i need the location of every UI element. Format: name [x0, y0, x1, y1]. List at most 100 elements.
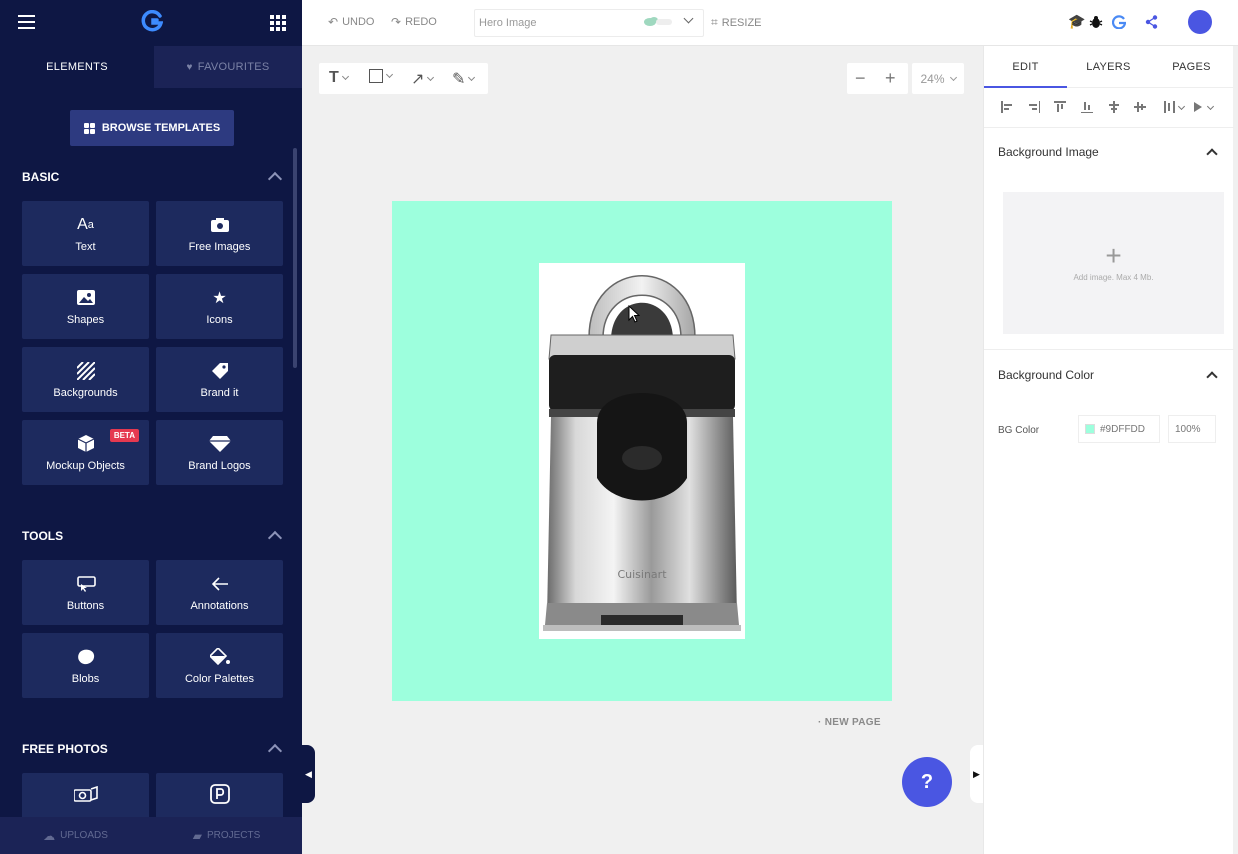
left-sidebar: ELEMENTS ♥ FAVOURITES BROWSE TEMPLATES BA… — [0, 0, 302, 854]
align-top-icon[interactable] — [1054, 101, 1066, 113]
arrow-tool-button[interactable]: ↗ — [411, 69, 435, 89]
new-page-label: NEW PAGE — [824, 717, 881, 728]
sidebar-scrollbar[interactable] — [293, 148, 297, 368]
top-toolbar: ↶ UNDO ↷ REDO Hero Image ⌗ RESIZE 🎓 — [302, 0, 1238, 46]
projects-button[interactable]: ▰ PROJECTS — [151, 817, 302, 854]
tab-favourites[interactable]: ♥ FAVOURITES — [154, 46, 302, 88]
align-right-icon[interactable] — [1028, 101, 1040, 113]
insert-toolbar: T ↗ ✎ — [319, 63, 488, 94]
draw-tool-button[interactable]: ✎ — [452, 69, 476, 89]
background-color-title: Background Color — [998, 368, 1095, 382]
distribute-dropdown[interactable] — [1164, 101, 1188, 113]
zoom-controls: − + — [847, 63, 908, 94]
bg-opacity-input[interactable]: 100% — [1168, 415, 1216, 443]
alignment-toolbar — [984, 88, 1234, 128]
cloud-upload-icon: ☁ — [43, 828, 56, 843]
projects-label: PROJECTS — [206, 830, 261, 841]
graduation-cap-icon[interactable]: 🎓 — [1068, 13, 1085, 30]
pencil-icon: ✎ — [452, 71, 466, 88]
arrow-left-icon — [211, 574, 228, 594]
crop-icon: ⌗ — [711, 15, 718, 29]
bug-icon[interactable] — [1089, 15, 1103, 29]
zoom-out-button[interactable]: − — [855, 68, 866, 89]
background-image-dropzone[interactable]: + Add image. Max 4 Mb. — [1003, 192, 1224, 334]
align-center-horizontal-icon[interactable] — [1108, 101, 1120, 113]
uploads-button[interactable]: ☁ UPLOADS — [0, 817, 151, 854]
tile-buttons[interactable]: Buttons — [22, 560, 149, 625]
hamburger-menu-icon[interactable] — [18, 15, 35, 29]
browse-templates-label: BROWSE TEMPLATES — [101, 122, 221, 134]
align-bottom-icon[interactable] — [1081, 101, 1093, 113]
resize-button[interactable]: ⌗ RESIZE — [711, 15, 762, 30]
apps-grid-icon[interactable] — [270, 15, 286, 31]
chevron-up-icon[interactable] — [1206, 148, 1218, 160]
flip-dropdown[interactable] — [1194, 101, 1218, 113]
paint-bucket-icon — [209, 647, 230, 667]
align-center-vertical-icon[interactable] — [1134, 101, 1146, 113]
app-logo-icon[interactable] — [141, 10, 163, 32]
sidebar-bottom-bar: ☁ UPLOADS ▰ PROJECTS — [0, 817, 302, 854]
shape-tool-button[interactable] — [369, 69, 394, 83]
tile-label: Blobs — [71, 672, 100, 685]
arrow-diagonal-icon: ↗ — [411, 71, 425, 88]
tile-label: Buttons — [66, 599, 105, 612]
tile-mockup-objects[interactable]: BETA Mockup Objects — [22, 420, 149, 485]
blob-icon — [77, 647, 95, 667]
text-tool-button[interactable]: T — [329, 69, 349, 87]
collapse-right-panel-handle[interactable]: ▶ — [970, 745, 983, 803]
zoom-level-value: 24% — [920, 71, 945, 86]
product-image[interactable]: Cuisinart — [539, 263, 745, 639]
tab-edit-label: EDIT — [1012, 60, 1039, 73]
image-icon — [76, 288, 95, 308]
text-icon: Aa — [77, 215, 94, 233]
user-avatar[interactable] — [1188, 10, 1212, 34]
zoom-in-button[interactable]: + — [885, 68, 896, 89]
tile-label: Annotations — [190, 599, 249, 612]
chevron-down-icon — [949, 73, 957, 81]
chevron-up-icon[interactable] — [267, 743, 283, 759]
resize-label: RESIZE — [721, 16, 762, 29]
help-button[interactable]: ? — [902, 757, 952, 807]
product-brand-text: Cuisinart — [617, 568, 667, 581]
browse-templates-button[interactable]: BROWSE TEMPLATES — [70, 110, 234, 146]
google-icon[interactable] — [1112, 15, 1126, 29]
chevron-up-icon[interactable] — [267, 530, 283, 546]
tile-text[interactable]: Aa Text — [22, 201, 149, 266]
section-title-basic: BASIC — [22, 170, 60, 184]
chevron-down-icon — [427, 73, 435, 82]
templates-icon — [83, 122, 95, 134]
tile-blobs[interactable]: Blobs — [22, 633, 149, 698]
tile-brand-it[interactable]: Brand it — [156, 347, 283, 412]
tile-shapes[interactable]: Shapes — [22, 274, 149, 339]
redo-icon: ↷ — [391, 15, 402, 29]
tab-layers[interactable]: LAYERS — [1067, 46, 1150, 87]
tile-icons[interactable]: ★ Icons — [156, 274, 283, 339]
chevron-up-icon[interactable] — [1206, 371, 1218, 383]
tile-free-images[interactable]: Free Images — [156, 201, 283, 266]
tab-elements[interactable]: ELEMENTS — [0, 46, 154, 88]
tile-annotations[interactable]: Annotations — [156, 560, 283, 625]
redo-button[interactable]: ↷ REDO — [391, 15, 437, 29]
bg-color-input[interactable]: #9DFFDD — [1078, 415, 1160, 443]
share-icon[interactable] — [1145, 15, 1158, 29]
tile-backgrounds[interactable]: Backgrounds — [22, 347, 149, 412]
text-tool-icon: T — [329, 69, 339, 86]
tab-pages[interactable]: PAGES — [1150, 46, 1233, 87]
cube-icon — [77, 434, 94, 454]
juicer-image: Cuisinart — [543, 275, 741, 631]
tab-edit[interactable]: EDIT — [984, 46, 1067, 88]
photo-camera-icon — [73, 784, 98, 804]
tile-color-palettes[interactable]: Color Palettes — [156, 633, 283, 698]
new-page-button[interactable]: · NEW PAGE — [818, 717, 881, 728]
star-icon: ★ — [212, 289, 227, 307]
chevron-up-icon[interactable] — [267, 171, 283, 187]
tile-brand-logos[interactable]: Brand Logos — [156, 420, 283, 485]
zoom-level-select[interactable]: 24% — [912, 63, 964, 94]
align-left-icon[interactable] — [1001, 101, 1013, 113]
undo-button[interactable]: ↶ UNDO — [328, 15, 374, 29]
collapse-sidebar-handle[interactable]: ◀ — [302, 745, 315, 803]
tag-icon — [211, 361, 229, 381]
project-title-value: Hero Image — [479, 17, 537, 29]
section-title-tools: TOOLS — [22, 529, 64, 543]
color-swatch[interactable] — [1085, 424, 1095, 434]
